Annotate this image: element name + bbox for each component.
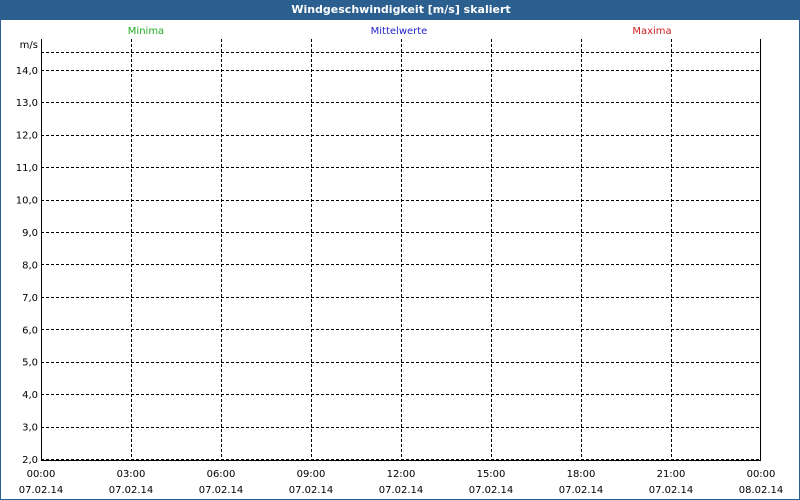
legend-entry-minima: Minima (128, 26, 164, 37)
y-tick-label: 3,0 (22, 423, 38, 434)
y-tick-label: 12,0 (16, 131, 38, 142)
y-tick-label: 7,0 (22, 293, 38, 304)
x-tick-date-label: 07.02.14 (469, 485, 514, 496)
y-tick-label: 2,0 (22, 455, 38, 466)
x-tick-date-label: 07.02.14 (289, 485, 334, 496)
y-tick-label: 13,0 (16, 98, 38, 109)
y-tick-label: 10,0 (16, 196, 38, 207)
chart-window: Windgeschwindigkeit [m/s] skaliert m/s 14… (0, 0, 800, 500)
legend-entry-maxima: Maxima (632, 26, 671, 37)
y-tick-label: 4,0 (22, 390, 38, 401)
x-tick-date-label: 07.02.14 (199, 485, 244, 496)
x-tick-time-label: 00:00 (27, 469, 56, 480)
wind-speed-chart: m/s 14,0 13,0 12,0 11,0 10,0 9,0 8,0 7,0 6,0 5,0 4,… (16, 26, 784, 496)
y-tick-label: 9,0 (22, 228, 38, 239)
x-tick-date-label: 07.02.14 (19, 485, 64, 496)
x-tick-time-label: 09:00 (297, 469, 326, 480)
y-tick-label: 5,0 (22, 358, 38, 369)
y-axis-unit-label: m/s (20, 40, 38, 51)
x-tick-date-label: 07.02.14 (379, 485, 424, 496)
x-tick-date-label: 07.02.14 (109, 485, 154, 496)
y-tick-label: 6,0 (22, 325, 38, 336)
x-tick-time-label: 03:00 (117, 469, 146, 480)
x-tick-time-label: 18:00 (567, 469, 596, 480)
x-tick-time-label: 06:00 (207, 469, 236, 480)
y-tick-label: 8,0 (22, 260, 38, 271)
x-tick-time-label: 00:00 (747, 469, 776, 480)
legend-entry-mittelwerte: Mittelwerte (371, 26, 428, 37)
x-tick-date-label: 08.02.14 (739, 485, 784, 496)
x-tick-time-label: 15:00 (477, 469, 506, 480)
y-tick-label: 14,0 (16, 66, 38, 77)
x-tick-time-label: 12:00 (387, 469, 416, 480)
x-tick-date-label: 07.02.14 (559, 485, 604, 496)
y-tick-label: 11,0 (16, 163, 38, 174)
x-tick-time-label: 21:00 (657, 469, 686, 480)
x-tick-date-label: 07.02.14 (649, 485, 694, 496)
